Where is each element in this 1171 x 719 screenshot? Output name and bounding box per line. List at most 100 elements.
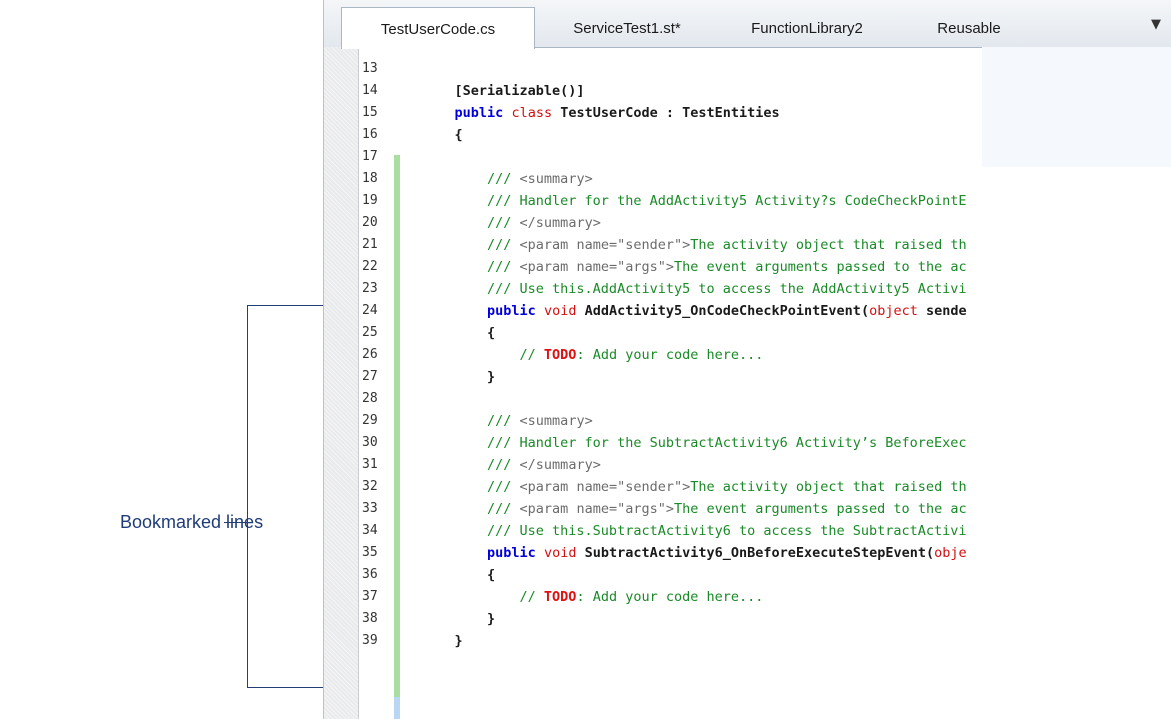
code-token: // — [422, 347, 544, 363]
code-line[interactable]: /// </summary> — [422, 212, 1162, 234]
annotation-bracket-bottom — [247, 687, 331, 688]
code-editor[interactable]: TestUserCode.cs ServiceTest1.st* Functio… — [323, 0, 1171, 719]
code-token: } — [422, 369, 496, 385]
line-number: 29 — [362, 413, 378, 428]
line-number: 34 — [362, 523, 378, 538]
code-token: { — [422, 325, 496, 341]
code-token: { — [422, 567, 496, 583]
tab-testusercode[interactable]: TestUserCode.cs — [341, 7, 535, 49]
code-line[interactable]: public void SubtractActivity6_OnBeforeEx… — [422, 542, 1162, 564]
line-number: 25 — [362, 325, 378, 340]
code-line[interactable]: /// Handler for the AddActivity5 Activit… — [422, 190, 1162, 212]
line-number: 28 — [362, 391, 378, 406]
code-token: public — [487, 303, 536, 319]
code-token: </summary> — [519, 215, 601, 231]
code-token: SubtractActivity6_OnBeforeExecuteStepEve… — [576, 545, 935, 561]
code-line[interactable]: { — [422, 322, 1162, 344]
code-token: /// — [422, 259, 520, 275]
line-number: 18 — [362, 171, 378, 186]
tab-functionlibrary2[interactable]: FunctionLibrary2 — [722, 7, 892, 47]
code-token: /// Use this.SubtractActivity6 to access… — [422, 523, 967, 539]
code-token: <param name="sender"> — [519, 479, 691, 495]
code-line[interactable]: [Serializable()] — [422, 80, 1162, 102]
code-token: object — [869, 303, 918, 319]
line-number: 14 — [362, 83, 378, 98]
line-number: 16 — [362, 127, 378, 142]
code-token: The event arguments passed to the ac — [673, 259, 967, 275]
code-token: /// — [422, 501, 520, 517]
code-token: public — [487, 545, 536, 561]
code-line[interactable]: { — [422, 124, 1162, 146]
code-token: /// — [422, 215, 520, 231]
code-line[interactable]: /// </summary> — [422, 454, 1162, 476]
code-line[interactable]: public void AddActivity5_OnCodeCheckPoin… — [422, 300, 1162, 322]
document-tab-bar: TestUserCode.cs ServiceTest1.st* Functio… — [324, 0, 1171, 49]
code-token: public — [454, 105, 504, 121]
code-line[interactable]: /// <param name="args">The event argumen… — [422, 256, 1162, 278]
tab-reusable[interactable]: Reusable — [909, 7, 1029, 47]
line-number: 15 — [362, 105, 378, 120]
code-token: obje — [934, 545, 967, 561]
code-token: <param name="args"> — [519, 501, 674, 517]
code-token: } — [422, 611, 496, 627]
code-line[interactable]: // TODO: Add your code here... — [422, 586, 1162, 608]
code-token: class — [511, 105, 553, 121]
line-number: 23 — [362, 281, 378, 296]
annotation-bracket-top — [247, 305, 331, 306]
code-line[interactable]: } — [422, 630, 1162, 652]
code-token: </summary> — [519, 457, 601, 473]
line-number: 38 — [362, 611, 378, 626]
code-token: /// — [422, 457, 520, 473]
bookmark-gutter[interactable] — [324, 47, 358, 719]
code-line[interactable]: /// <summary> — [422, 168, 1162, 190]
annotation-bracket-connector — [224, 522, 248, 523]
code-token: /// — [422, 413, 520, 429]
code-token: /// — [422, 479, 520, 495]
line-number: 35 — [362, 545, 378, 560]
code-token: [Serializable()] — [454, 83, 585, 99]
line-number: 33 — [362, 501, 378, 516]
code-token: /// — [422, 237, 520, 253]
change-tracking-bar-saved — [394, 697, 400, 719]
code-token: AddActivity5_OnCodeCheckPointEvent( — [576, 303, 870, 319]
code-line[interactable]: /// <param name="sender">The activity ob… — [422, 234, 1162, 256]
code-token: /// — [422, 171, 520, 187]
line-number: 21 — [362, 237, 378, 252]
code-token: : Add your code here... — [576, 347, 764, 363]
code-token: TODO — [543, 347, 577, 363]
line-number: 30 — [362, 435, 378, 450]
code-token: The event arguments passed to the ac — [673, 501, 967, 517]
line-number: 31 — [362, 457, 378, 472]
code-line[interactable]: // TODO: Add your code here... — [422, 344, 1162, 366]
line-number: 19 — [362, 193, 378, 208]
code-line[interactable]: /// Handler for the SubtractActivity6 Ac… — [422, 432, 1162, 454]
code-token: <param name="args"> — [519, 259, 674, 275]
code-line[interactable]: } — [422, 366, 1162, 388]
code-line[interactable]: } — [422, 608, 1162, 630]
code-token: sende — [917, 303, 967, 319]
annotation-bracket-vertical — [247, 305, 248, 688]
line-number: 24 — [362, 303, 378, 318]
tab-list-dropdown-icon[interactable]: ▼ — [1146, 14, 1166, 36]
code-token: void — [543, 545, 577, 561]
code-token: /// Handler for the AddActivity5 Activit… — [422, 193, 967, 209]
code-line[interactable]: { — [422, 564, 1162, 586]
code-line[interactable]: /// Use this.AddActivity5 to access the … — [422, 278, 1162, 300]
tab-servicetest1[interactable]: ServiceTest1.st* — [542, 7, 712, 47]
code-line[interactable]: public class TestUserCode : TestEntities — [422, 102, 1162, 124]
code-token: : Add your code here... — [576, 589, 764, 605]
code-line[interactable]: /// <param name="args">The event argumen… — [422, 498, 1162, 520]
code-token: /// Handler for the SubtractActivity6 Ac… — [422, 435, 967, 451]
code-token: TestUserCode : TestEntities — [552, 105, 780, 121]
code-line[interactable]: /// <param name="sender">The activity ob… — [422, 476, 1162, 498]
code-line[interactable]: /// <summary> — [422, 410, 1162, 432]
code-token: { — [422, 127, 463, 143]
code-line[interactable]: /// Use this.SubtractActivity6 to access… — [422, 520, 1162, 542]
code-token: The activity object that raised th — [690, 237, 967, 253]
line-number: 32 — [362, 479, 378, 494]
